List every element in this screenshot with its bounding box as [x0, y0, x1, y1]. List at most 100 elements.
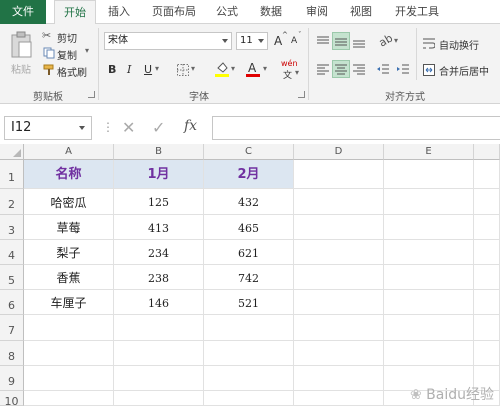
cell-e7[interactable]	[384, 315, 474, 341]
row-header-2[interactable]: 2	[0, 189, 24, 215]
column-header-a[interactable]: A	[24, 144, 114, 160]
column-header-d[interactable]: D	[294, 144, 384, 160]
font-size-combo[interactable]: 11	[236, 32, 268, 50]
font-name-combo[interactable]: 宋体	[104, 32, 232, 50]
select-all-corner[interactable]	[0, 144, 24, 160]
font-dialog-launcher[interactable]	[298, 91, 305, 98]
cell-b9[interactable]	[114, 366, 204, 391]
cell-e2[interactable]	[384, 189, 474, 215]
cell-a6[interactable]: 车厘子	[24, 290, 114, 315]
cell-b1[interactable]: 1月	[114, 160, 204, 189]
cell-f3[interactable]	[474, 215, 500, 240]
cell-c3[interactable]: 465	[204, 215, 294, 240]
copy-button[interactable]: 复制 ▾	[40, 45, 90, 62]
font-color-button[interactable]: A ▾	[244, 60, 272, 78]
row-header-3[interactable]: 3	[0, 215, 24, 240]
cell-c5[interactable]: 742	[204, 265, 294, 290]
cell-f5[interactable]	[474, 265, 500, 290]
row-header-7[interactable]: 7	[0, 315, 24, 341]
format-painter-button[interactable]: 格式刷	[40, 62, 92, 79]
cell-a10[interactable]	[24, 391, 114, 406]
cell-c7[interactable]	[204, 315, 294, 341]
wrap-text-button[interactable]: 自动换行	[420, 34, 498, 52]
cell-f4[interactable]	[474, 240, 500, 265]
cell-b2[interactable]: 125	[114, 189, 204, 215]
cell-a8[interactable]	[24, 341, 114, 366]
cell-c1[interactable]: 2月	[204, 160, 294, 189]
cell-e4[interactable]	[384, 240, 474, 265]
cell-d8[interactable]	[294, 341, 384, 366]
italic-button[interactable]: I	[122, 60, 136, 78]
cell-a3[interactable]: 草莓	[24, 215, 114, 240]
increase-indent-button[interactable]	[394, 60, 412, 78]
underline-button[interactable]: U ▾	[140, 60, 164, 78]
align-center-button[interactable]	[332, 60, 350, 78]
align-top-button[interactable]	[314, 32, 332, 50]
enter-icon[interactable]: ✓	[152, 118, 165, 137]
cut-button[interactable]: ✂ 剪切	[40, 28, 86, 45]
row-header-4[interactable]: 4	[0, 240, 24, 265]
column-header-b[interactable]: B	[114, 144, 204, 160]
row-header-6[interactable]: 6	[0, 290, 24, 315]
phonetic-guide-button[interactable]: wén 文 ▾	[278, 58, 302, 81]
cell-b3[interactable]: 413	[114, 215, 204, 240]
clipboard-dialog-launcher[interactable]	[88, 91, 95, 98]
cell-c4[interactable]: 621	[204, 240, 294, 265]
cell-a2[interactable]: 哈密瓜	[24, 189, 114, 215]
cell-b4[interactable]: 234	[114, 240, 204, 265]
row-header-1[interactable]: 1	[0, 160, 24, 189]
tab-formulas[interactable]: 公式	[208, 0, 246, 24]
align-right-button[interactable]	[350, 60, 368, 78]
cell-c6[interactable]: 521	[204, 290, 294, 315]
cell-e3[interactable]	[384, 215, 474, 240]
tab-file[interactable]: 文件	[0, 0, 46, 24]
cell-d1[interactable]	[294, 160, 384, 189]
cell-c2[interactable]: 432	[204, 189, 294, 215]
cell-f8[interactable]	[474, 341, 500, 366]
cell-d3[interactable]	[294, 215, 384, 240]
cell-b7[interactable]	[114, 315, 204, 341]
cell-a7[interactable]	[24, 315, 114, 341]
formula-input[interactable]	[212, 116, 500, 140]
align-bottom-button[interactable]	[350, 32, 368, 50]
cell-f6[interactable]	[474, 290, 500, 315]
cell-e8[interactable]	[384, 341, 474, 366]
column-header-f[interactable]	[474, 144, 500, 160]
insert-function-icon[interactable]: fx	[184, 118, 197, 134]
bold-button[interactable]: B	[104, 60, 118, 78]
tab-review[interactable]: 审阅	[298, 0, 336, 24]
cell-a9[interactable]	[24, 366, 114, 391]
cell-b10[interactable]	[114, 391, 204, 406]
row-header-5[interactable]: 5	[0, 265, 24, 290]
cell-c10[interactable]	[204, 391, 294, 406]
borders-button[interactable]: ▾	[174, 60, 200, 78]
cancel-icon[interactable]: ✕	[122, 118, 135, 137]
paste-button[interactable]: 粘贴	[4, 28, 36, 78]
cell-d4[interactable]	[294, 240, 384, 265]
cell-c8[interactable]	[204, 341, 294, 366]
name-box[interactable]: I12	[4, 116, 92, 140]
cell-c9[interactable]	[204, 366, 294, 391]
orientation-button[interactable]: ab ▾	[376, 31, 402, 50]
align-middle-button[interactable]	[332, 32, 350, 50]
cell-a4[interactable]: 梨子	[24, 240, 114, 265]
cell-e6[interactable]	[384, 290, 474, 315]
cell-d7[interactable]	[294, 315, 384, 341]
cell-d10[interactable]	[294, 391, 384, 406]
cell-a1[interactable]: 名称	[24, 160, 114, 189]
row-header-8[interactable]: 8	[0, 341, 24, 366]
tab-developer[interactable]: 开发工具	[388, 0, 446, 24]
cell-f1[interactable]	[474, 160, 500, 189]
cell-d5[interactable]	[294, 265, 384, 290]
merge-center-button[interactable]: 合并后居中	[420, 60, 498, 78]
cell-a5[interactable]: 香蕉	[24, 265, 114, 290]
fill-color-button[interactable]: ▾	[212, 60, 240, 78]
decrease-indent-button[interactable]	[374, 60, 392, 78]
cell-e5[interactable]	[384, 265, 474, 290]
cell-d6[interactable]	[294, 290, 384, 315]
cell-f7[interactable]	[474, 315, 500, 341]
cell-d2[interactable]	[294, 189, 384, 215]
column-header-c[interactable]: C	[204, 144, 294, 160]
shrink-font-button[interactable]: A ˇ	[289, 31, 303, 50]
tab-view[interactable]: 视图	[342, 0, 380, 24]
